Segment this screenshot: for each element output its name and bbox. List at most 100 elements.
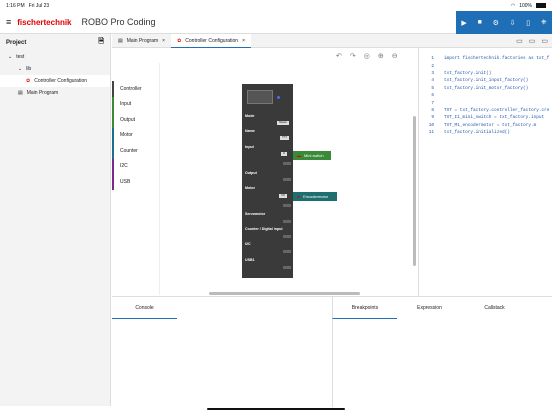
counter-port[interactable] xyxy=(283,235,291,238)
tree-item-label: Main Program xyxy=(26,90,59,96)
tab-console[interactable]: Console xyxy=(112,297,177,319)
tab-expression[interactable]: Expression xyxy=(397,297,462,319)
code-preview[interactable]: 1 import fischertechnik.factories as txt_… xyxy=(418,48,552,296)
stop-icon[interactable]: ■ xyxy=(478,19,482,26)
tab-label: Console xyxy=(135,304,154,311)
undo-icon[interactable]: ↶ xyxy=(336,52,342,60)
mode-select[interactable]: Master xyxy=(277,121,289,125)
code-line: 7 xyxy=(431,100,434,106)
editor-tabs: ▤ Main Program × ✿ Controller Configurat… xyxy=(112,34,417,48)
category-label: Counter xyxy=(120,147,138,154)
tab-label: Callstack xyxy=(484,305,505,311)
vertical-scrollbar[interactable] xyxy=(413,116,416,266)
servo-label: Servomotor xyxy=(245,212,266,216)
device-label: Mini switch xyxy=(304,153,324,158)
program-icon: ▤ xyxy=(118,38,123,44)
servo-port[interactable] xyxy=(283,220,291,223)
tree-item-label: Controller Configuration xyxy=(34,78,88,84)
console-spacer xyxy=(177,297,332,319)
controller-image xyxy=(247,90,273,104)
device-icon[interactable]: ▯ xyxy=(526,19,530,27)
layout-left-icon[interactable]: ▭ xyxy=(516,37,523,45)
motor-port-m1[interactable]: M1 xyxy=(279,194,287,198)
motor-label: Motor xyxy=(245,186,255,190)
code-line: 8 TXT = txt_factory.controller_factory.cr… xyxy=(431,107,550,113)
connect-icon[interactable]: ⎈ xyxy=(541,19,547,27)
zoom-in-icon[interactable]: ⊕ xyxy=(378,52,384,60)
category-label: Output xyxy=(120,116,136,123)
mini-switch-block[interactable]: ▬ Mini switch xyxy=(293,151,331,160)
debug-panel[interactable] xyxy=(332,319,552,407)
tree-item-main-program[interactable]: ▤ Main Program xyxy=(0,87,110,99)
motor-icon: ▰ xyxy=(297,194,301,199)
tree-item-lib[interactable]: ⌄ lib xyxy=(0,63,110,75)
category-input[interactable]: Input xyxy=(112,96,159,112)
home-indicator[interactable] xyxy=(207,408,345,410)
main-toolbar: ▶ ■ ⚙ ⇩ ▯ ⎈ xyxy=(456,11,552,34)
tab-controller-configuration[interactable]: ✿ Controller Configuration × xyxy=(171,34,251,48)
tab-main-program[interactable]: ▤ Main Program × xyxy=(112,34,171,48)
category-output[interactable]: Output xyxy=(112,112,159,128)
layout-right-icon[interactable]: ▭ xyxy=(541,37,548,45)
hamburger-icon[interactable]: ≡ xyxy=(6,17,11,27)
category-motor[interactable]: Motor xyxy=(112,127,159,143)
tree-item-label: lib xyxy=(26,66,32,72)
tab-callstack[interactable]: Callstack xyxy=(462,297,527,319)
play-icon[interactable]: ▶ xyxy=(461,19,466,27)
usb-port[interactable] xyxy=(283,266,291,269)
tab-label: Expression xyxy=(417,305,442,311)
download-icon[interactable]: ⇩ xyxy=(510,19,516,27)
tree-item-controller-configuration[interactable]: ✿ Controller Configuration xyxy=(0,75,110,87)
gear-icon: ✿ xyxy=(177,37,182,44)
tree-item-label: test xyxy=(16,54,25,60)
code-line: 10 TXT_M1_encodermotor = txt_factory.m xyxy=(428,122,537,128)
controller-block[interactable]: Mode Master Name TXT Input I1 Output Mot… xyxy=(242,84,293,278)
brand-logo: fischertechnik xyxy=(17,17,72,27)
zoom-out-icon[interactable]: ⊖ xyxy=(392,52,398,60)
horizontal-scrollbar[interactable] xyxy=(209,292,360,295)
center-icon[interactable]: ◎ xyxy=(364,52,370,60)
close-icon[interactable]: × xyxy=(242,38,245,44)
redo-icon[interactable]: ↷ xyxy=(350,52,356,60)
output-port[interactable] xyxy=(283,178,291,181)
category-controller[interactable]: Controller xyxy=(112,81,159,97)
code-line: 1 import fischertechnik.factories as txt_… xyxy=(431,56,550,62)
status-date: Fri Jul 23 xyxy=(28,2,50,9)
chevron-down-icon: ⌄ xyxy=(8,54,13,60)
tree-item-test[interactable]: ⌄ test xyxy=(0,51,110,63)
close-icon[interactable]: × xyxy=(162,38,165,44)
code-line: 3 txt_factory.init() xyxy=(431,70,492,76)
status-time: 1:16 PM xyxy=(6,2,25,9)
tab-label: Main Program xyxy=(126,38,159,44)
canvas-toolbar: ↶ ↷ ◎ ⊕ ⊖ xyxy=(336,52,398,60)
battery-level: 100% xyxy=(519,2,532,9)
category-label: USB xyxy=(120,178,131,185)
i2c-port[interactable] xyxy=(283,250,291,253)
input-port-i1[interactable]: I1 xyxy=(280,152,287,156)
code-line: 4 txt_factory.init_input_factory() xyxy=(431,78,529,84)
category-label: Motor xyxy=(120,132,133,139)
category-label: Controller xyxy=(120,85,142,92)
category-counter[interactable]: Counter xyxy=(112,143,159,159)
input-label: Input xyxy=(245,145,254,149)
view-toolbar: ▭ ▭ ▭ xyxy=(417,34,552,48)
category-label: Input xyxy=(120,101,132,108)
category-usb[interactable]: USB xyxy=(112,174,159,190)
program-icon: ▤ xyxy=(18,90,23,96)
input-port[interactable] xyxy=(283,162,291,165)
settings-icon[interactable]: ⚙ xyxy=(493,19,499,27)
layout-bottom-icon[interactable]: ▭ xyxy=(529,37,536,45)
name-label: Name xyxy=(245,129,255,133)
sidebar-title: Project xyxy=(6,39,27,46)
encodermotor-block[interactable]: ▰ Encodermotor xyxy=(293,192,337,201)
code-line: 6 xyxy=(431,93,434,99)
name-field[interactable]: TXT xyxy=(280,136,289,140)
tab-breakpoints[interactable]: Breakpoints xyxy=(332,297,397,319)
battery-icon xyxy=(536,3,546,8)
category-i2c[interactable]: I2C xyxy=(112,158,159,174)
motor-port[interactable] xyxy=(283,204,291,207)
add-file-icon[interactable]: 🗎 xyxy=(98,37,104,48)
device-label: Encodermotor xyxy=(303,194,329,199)
console-output[interactable] xyxy=(112,319,332,407)
tab-label: Controller Configuration xyxy=(185,37,239,44)
